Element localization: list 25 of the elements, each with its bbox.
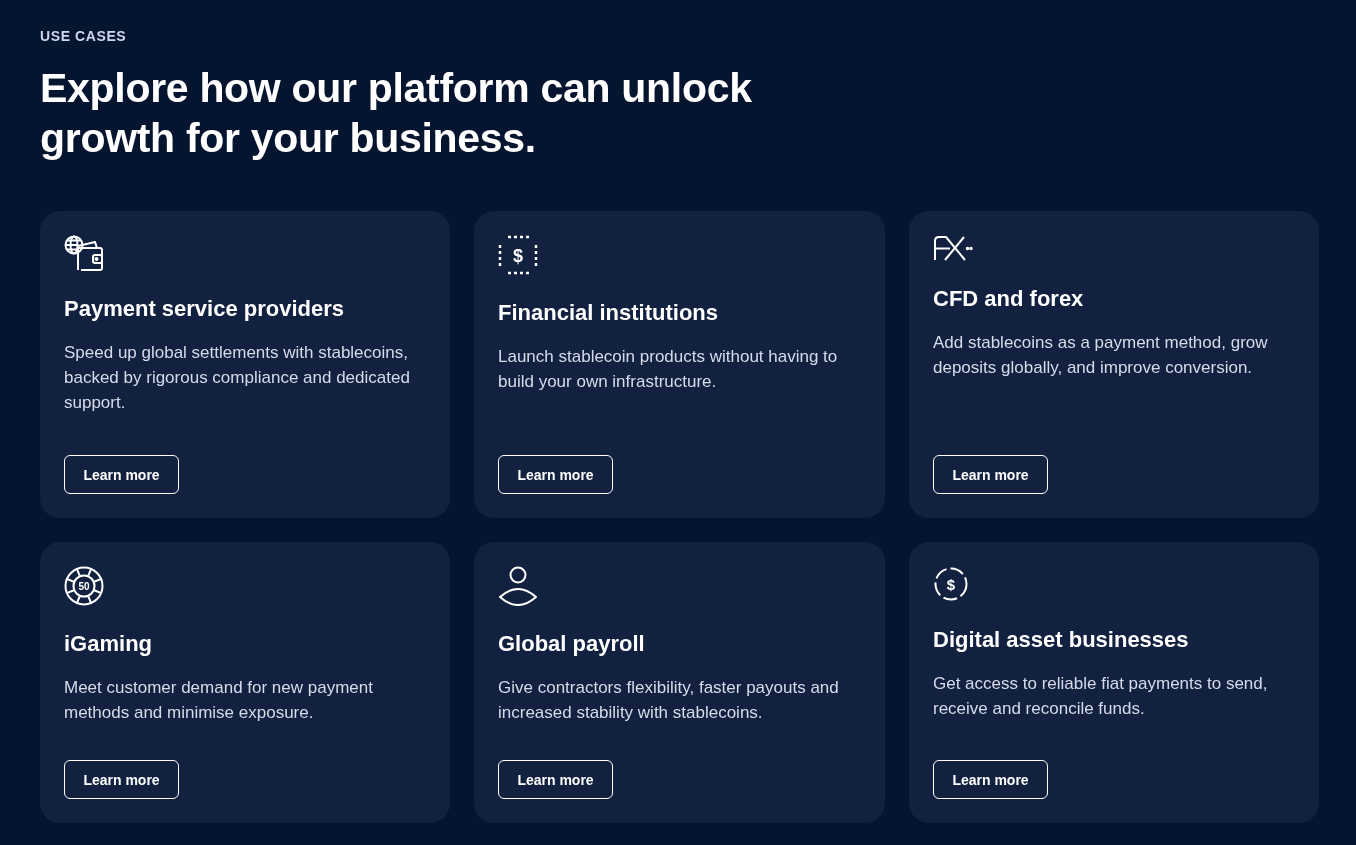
fx-icon <box>933 235 973 261</box>
learn-more-button[interactable]: Learn more <box>933 760 1048 799</box>
poker-chip-icon: 50 <box>64 566 104 606</box>
section-heading: Explore how our platform can unlock growth for your business. <box>40 64 753 163</box>
card-description: Add stablecoins as a payment method, grow deposits globally, and improve conversion. <box>933 332 1269 379</box>
card-title: Financial institutions <box>498 299 718 327</box>
learn-more-button[interactable]: Learn more <box>933 455 1048 494</box>
card-description: Meet customer demand for new payment methods and minimise exposure. <box>64 677 374 724</box>
card-description: Speed up global settlements with stablecoins, backed by rigorous compliance and dedicated support. <box>64 342 411 414</box>
section-label: USE CASES <box>40 27 127 45</box>
learn-more-button[interactable]: Learn more <box>498 760 613 799</box>
card-title: iGaming <box>64 630 152 658</box>
learn-more-button[interactable]: Learn more <box>64 455 179 494</box>
card-title: Digital asset businesses <box>933 626 1189 654</box>
person-icon <box>498 566 538 606</box>
card-description: Get access to reliable fiat payments to send, receive and reconcile funds. <box>933 673 1269 720</box>
learn-more-button[interactable]: Learn more <box>498 455 613 494</box>
card-title: Payment service providers <box>64 295 345 323</box>
card-title: Global payroll <box>498 630 645 658</box>
dashed-circle-dollar-icon: $ <box>933 566 969 602</box>
card-description: Give contractors flexibility, faster payouts and increased stability with stablecoins. <box>498 677 840 724</box>
card-title: CFD and forex <box>933 285 1084 313</box>
learn-more-button[interactable]: Learn more <box>64 760 179 799</box>
globe-wallet-icon <box>64 235 104 271</box>
card-description: Launch stablecoin products without having to build your own infrastructure. <box>498 346 839 393</box>
